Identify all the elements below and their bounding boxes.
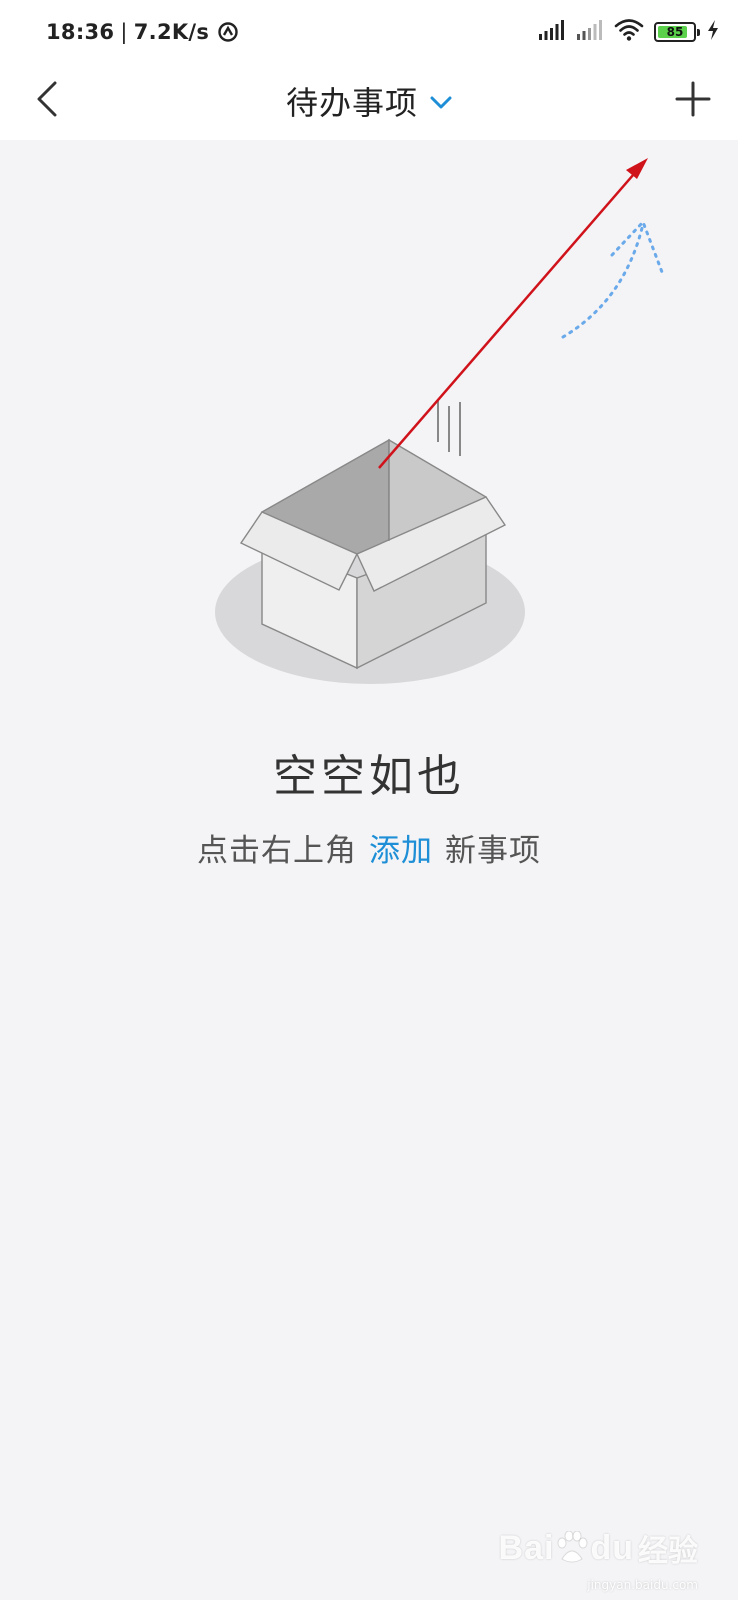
watermark-brand-right: du — [590, 1528, 634, 1567]
status-right: 85 — [538, 16, 720, 48]
net-speed: 7.2K/s — [133, 20, 210, 44]
paw-icon — [556, 1531, 588, 1565]
annotation-arrow-line — [378, 166, 641, 469]
header-bar: 待办事项 — [0, 62, 738, 140]
watermark-brand-left: Bai — [498, 1528, 555, 1567]
chevron-down-icon — [430, 96, 452, 110]
hint-text-before: 点击右上角 — [197, 833, 357, 869]
back-button[interactable] — [22, 76, 72, 126]
lightning-icon — [706, 19, 720, 45]
status-left: 18:36 | 7.2K/s — [46, 18, 239, 46]
add-button[interactable] — [666, 74, 720, 128]
data-saver-icon — [217, 21, 239, 43]
empty-state-hint: 点击右上角 添加 新事项 — [0, 825, 738, 870]
empty-state-title: 空空如也 — [273, 751, 465, 802]
plus-icon — [675, 81, 711, 121]
annotation-arrow-head — [626, 158, 648, 179]
chevron-left-icon — [35, 81, 59, 121]
battery-indicator: 85 — [654, 22, 700, 42]
signal-secondary-icon — [576, 19, 604, 45]
watermark-brand-cn: 经验 — [638, 1534, 698, 1569]
status-separator: | — [120, 20, 128, 44]
signal-icon — [538, 19, 566, 45]
status-time: 18:36 — [46, 20, 115, 44]
empty-box-illustration — [215, 158, 664, 684]
status-bar: 18:36 | 7.2K/s 85 — [0, 0, 738, 62]
page-title: 待办事项 — [285, 84, 418, 122]
title-dropdown[interactable]: 待办事项 — [0, 62, 738, 140]
baidu-watermark: Bai du 经验 jingyan.baidu.com — [498, 1526, 698, 1593]
watermark-site: jingyan.baidu.com — [587, 1578, 698, 1592]
wifi-icon — [614, 18, 644, 46]
battery-level: 85 — [666, 25, 684, 39]
add-link[interactable]: 添加 — [369, 833, 433, 869]
hint-text-after: 新事项 — [445, 833, 541, 869]
